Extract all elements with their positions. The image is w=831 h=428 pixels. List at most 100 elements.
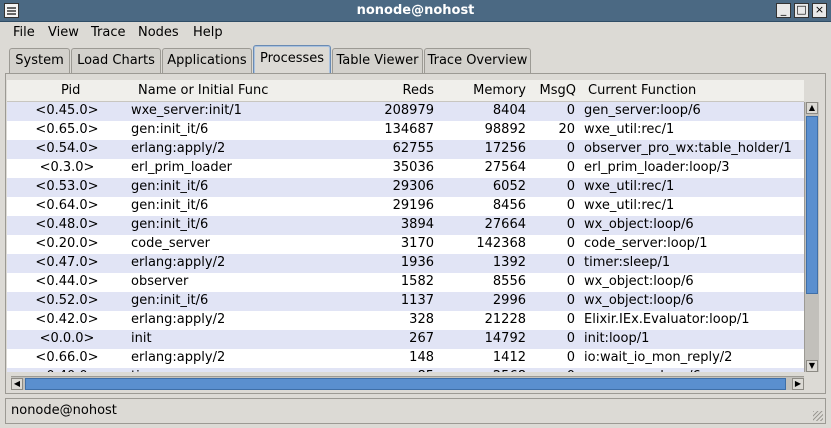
table-row[interactable]: <0.66.0> erlang:apply/2 148 1412 0 io:wait_io… (7, 349, 804, 368)
process-list[interactable]: Pid Name or Initial Func Reds Memory Msg… (7, 80, 804, 372)
scroll-right-icon[interactable]: ▶ (792, 378, 804, 390)
memory-cell: 2568 (493, 369, 526, 372)
menu-view[interactable]: View (48, 25, 79, 40)
vertical-scroll-thumb[interactable] (806, 116, 818, 294)
tab-applications[interactable]: Applications (162, 48, 252, 73)
msgq-cell: 0 (566, 274, 575, 289)
pid-cell: <0.54.0> (35, 141, 99, 156)
memory-cell: 27664 (484, 217, 526, 232)
pid-cell: <0.44.0> (35, 274, 99, 289)
status-bar: nonode@nohost (5, 398, 826, 424)
memory-cell: 8556 (492, 274, 526, 289)
msgq-cell: 0 (567, 369, 575, 372)
memory-cell: 14792 (484, 331, 526, 346)
pid-cell: <0.3.0> (39, 160, 95, 175)
scroll-down-icon[interactable]: ▼ (806, 360, 818, 372)
tab-table-viewer[interactable]: Table Viewer (332, 48, 423, 73)
name-cell: gen:init_it/6 (131, 217, 209, 232)
function-cell: gen_server:loop/6 (584, 103, 701, 118)
msgq-cell: 0 (566, 236, 575, 251)
msgq-cell: 0 (566, 331, 575, 346)
name-cell: erlang:apply/2 (131, 312, 226, 327)
table-row[interactable]: <0.42.0> erlang:apply/2 328 21228 0 Elixir.IE… (7, 311, 804, 330)
memory-cell: 17256 (484, 141, 526, 156)
vertical-scrollbar[interactable]: ▲ ▼ (804, 102, 819, 372)
resize-grip-icon[interactable] (813, 411, 823, 421)
column-header-pid[interactable]: Pid (61, 83, 80, 98)
column-header-msgq[interactable]: MsgQ (540, 83, 576, 98)
column-header-name[interactable]: Name or Initial Func (138, 83, 268, 98)
close-button[interactable]: × (812, 3, 827, 18)
name-cell: code_server (131, 236, 211, 251)
pid-cell: <0.66.0> (35, 350, 99, 365)
reds-cell: 208979 (384, 103, 434, 118)
table-row[interactable]: <0.64.0> gen:init_it/6 29196 8456 0 wxe_util:… (7, 197, 804, 216)
function-cell: timer:sleep/1 (584, 255, 671, 270)
table-row[interactable]: <0.20.0> code_server 3170 142368 0 code_serve… (7, 235, 804, 254)
title-bar[interactable]: nonode@nohost _ □ × (0, 0, 831, 22)
horizontal-scroll-thumb[interactable] (25, 378, 786, 390)
pid-cell: <0.48.0> (35, 217, 99, 232)
table-row[interactable]: <0.48.0> gen:init_it/6 3894 27664 0 wx_object… (7, 216, 804, 235)
msgq-cell: 0 (566, 350, 575, 365)
memory-cell: 8404 (492, 103, 526, 118)
msgq-cell: 0 (566, 179, 575, 194)
table-row[interactable]: <0.45.0> wxe_server:init/1 208979 8404 0 gen_… (7, 102, 804, 121)
menu-nodes[interactable]: Nodes (138, 25, 179, 40)
reds-cell: 62755 (392, 141, 434, 156)
function-cell: erl_prim_loader:loop/3 (584, 160, 730, 175)
memory-cell: 27564 (484, 160, 526, 175)
name-cell: gen:init_it/6 (131, 198, 209, 213)
msgq-cell: 0 (566, 198, 575, 213)
status-text: nonode@nohost (11, 403, 117, 418)
table-row[interactable]: <0.40.0> timer_server 85 2568 0 gen_server:lo… (7, 368, 804, 372)
name-cell: wxe_server:init/1 (131, 103, 242, 118)
table-row[interactable]: <0.0.0> init 267 14792 0 init:loop/1 (7, 330, 804, 349)
maximize-button[interactable]: □ (794, 3, 809, 18)
menu-bar: File View Trace Nodes Help (0, 22, 831, 44)
table-row[interactable]: <0.54.0> erlang:apply/2 62755 17256 0 observe… (7, 140, 804, 159)
name-cell: gen:init_it/6 (131, 293, 209, 308)
menu-help[interactable]: Help (193, 25, 223, 40)
msgq-cell: 0 (566, 255, 575, 270)
tab-trace-overview[interactable]: Trace Overview (424, 48, 531, 73)
menu-trace[interactable]: Trace (91, 25, 126, 40)
tab-system[interactable]: System (9, 48, 70, 73)
table-row[interactable]: <0.3.0> erl_prim_loader 35036 27564 0 erl_pri… (7, 159, 804, 178)
table-row[interactable]: <0.65.0> gen:init_it/6 134687 98892 20 wxe_ut… (7, 121, 804, 140)
table-row[interactable]: <0.47.0> erlang:apply/2 1936 1392 0 timer:sle… (7, 254, 804, 273)
name-cell: timer_server (131, 369, 213, 372)
tab-bar: System Load Charts Applications Processe… (0, 44, 831, 74)
tab-load-charts[interactable]: Load Charts (71, 48, 161, 73)
function-cell: wx_object:loop/6 (584, 274, 694, 289)
column-header-current-function[interactable]: Current Function (588, 83, 696, 98)
memory-cell: 1412 (492, 350, 526, 365)
table-row[interactable]: <0.44.0> observer 1582 8556 0 wx_object:loop/… (7, 273, 804, 292)
function-cell: wx_object:loop/6 (584, 293, 694, 308)
pid-cell: <0.52.0> (35, 293, 99, 308)
reds-cell: 148 (409, 350, 434, 365)
function-cell: wx_object:loop/6 (584, 217, 694, 232)
tab-processes[interactable]: Processes (253, 45, 331, 74)
function-cell: init:loop/1 (584, 331, 650, 346)
scroll-up-icon[interactable]: ▲ (806, 102, 818, 114)
memory-cell: 2996 (492, 293, 526, 308)
reds-cell: 29306 (392, 179, 434, 194)
scroll-left-icon[interactable]: ◀ (11, 378, 23, 390)
column-header-memory[interactable]: Memory (473, 83, 526, 98)
msgq-cell: 0 (566, 141, 575, 156)
name-cell: gen:init_it/6 (131, 179, 209, 194)
column-header-reds[interactable]: Reds (403, 83, 434, 98)
pid-cell: <0.42.0> (35, 312, 99, 327)
minimize-button[interactable]: _ (776, 3, 791, 18)
memory-cell: 98892 (484, 122, 526, 137)
reds-cell: 1582 (400, 274, 434, 289)
reds-cell: 1936 (400, 255, 434, 270)
pid-cell: <0.0.0> (39, 331, 95, 346)
table-row[interactable]: <0.53.0> gen:init_it/6 29306 6052 0 wxe_util:… (7, 178, 804, 197)
table-row[interactable]: <0.52.0> gen:init_it/6 1137 2996 0 wx_object:… (7, 292, 804, 311)
menu-file[interactable]: File (13, 25, 35, 40)
reds-cell: 3894 (400, 217, 434, 232)
horizontal-scrollbar[interactable]: ◀ ▶ (11, 376, 804, 390)
msgq-cell: 0 (566, 312, 575, 327)
